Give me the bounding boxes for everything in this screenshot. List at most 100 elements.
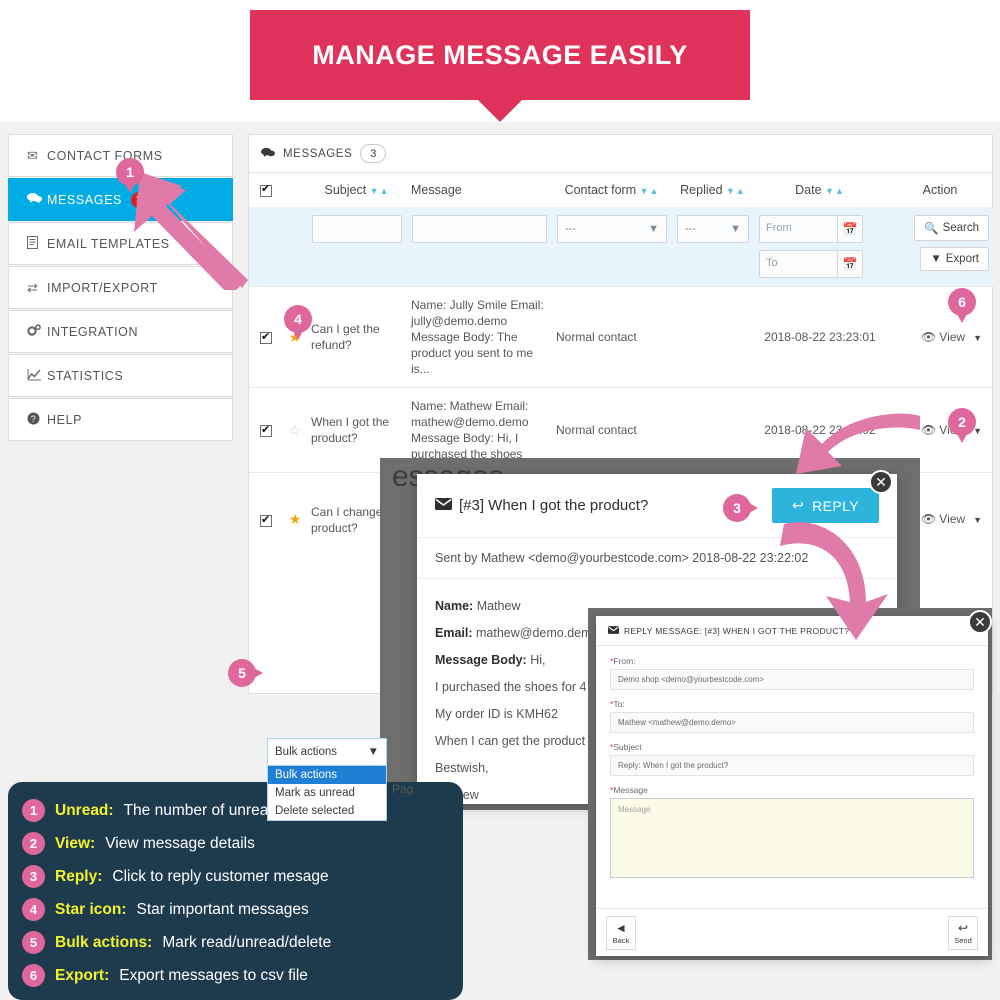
bulk-option-bulk-actions[interactable]: Bulk actions (268, 766, 386, 784)
file-text-icon (27, 235, 47, 252)
reply-arrow-icon: ↩ (957, 920, 969, 935)
reply-message-modal: REPLY MESSAGE: [#3] WHEN I GOT THE PRODU… (596, 616, 988, 956)
field-name-value: Mathew (476, 599, 521, 613)
star-icon[interactable]: ★ (289, 511, 302, 527)
filter-message-input[interactable] (412, 215, 547, 243)
sort-controls[interactable]: ▼▲ (726, 186, 746, 196)
legend-desc: Click to reply customer mesage (112, 867, 329, 885)
chevron-down-icon[interactable]: ▼ (973, 333, 982, 343)
gears-icon (27, 323, 47, 340)
message-textarea[interactable]: Message (610, 798, 974, 878)
calendar-icon[interactable]: 📅 (837, 250, 863, 278)
to-field[interactable]: Mathew <mathew@demo.demo> (610, 712, 974, 733)
legend-key: Bulk actions: (55, 933, 153, 951)
col-action-label: Action (922, 183, 958, 197)
callout-marker-5: 5 (228, 659, 263, 687)
sort-controls[interactable]: ▼▲ (640, 186, 660, 196)
legend-number: 1 (22, 799, 45, 822)
bulk-actions-select[interactable]: Bulk actions ▼ (267, 738, 387, 766)
filter-replied-select[interactable]: --- ▼ (677, 215, 749, 243)
row-action-cell[interactable]: 👁View ▼ (886, 286, 994, 388)
col-replied[interactable]: Replied ▼▲ (672, 173, 754, 207)
search-button[interactable]: 🔍 Search (914, 215, 989, 241)
legend-key: View: (55, 834, 96, 852)
row-checkbox[interactable] (260, 329, 272, 345)
svg-text:?: ? (31, 414, 37, 424)
row-select-cell[interactable] (249, 387, 283, 473)
col-contact-form[interactable]: Contact form ▼▲ (552, 173, 672, 207)
legend-number: 5 (22, 931, 45, 954)
calendar-icon[interactable]: 📅 (837, 215, 863, 243)
col-message-label: Message (411, 183, 462, 197)
view-label: View (939, 329, 966, 344)
page-banner: MANAGE MESSAGE EASILY (250, 10, 750, 100)
legend-panel: 1 Unread: The number of unread messages … (8, 782, 463, 1000)
col-date-label: Date (795, 183, 822, 197)
filter-contact-form-select[interactable]: --- ▼ (557, 215, 667, 243)
export-button[interactable]: ▼ Export (920, 247, 989, 271)
col-message: Message (407, 173, 552, 207)
sidebar-item-integration[interactable]: INTEGRATION (8, 310, 233, 353)
sidebar-label: HELP (47, 412, 83, 427)
field-name-label: Name: (435, 599, 474, 613)
legend-desc: View message details (105, 834, 255, 852)
send-button[interactable]: ↩ Send (948, 915, 978, 950)
bulk-option-mark-as-unread[interactable]: Mark as unread (268, 784, 386, 802)
from-label: From: (613, 656, 636, 666)
panel-title: MESSAGES (283, 147, 353, 160)
chevron-down-icon[interactable]: ▼ (973, 515, 982, 525)
row-select-cell[interactable] (249, 472, 283, 567)
from-field[interactable]: Demo shop <demo@yourbestcode.com> (610, 669, 974, 690)
col-subject[interactable]: Subject ▼▲ (307, 173, 407, 207)
col-action: Action (886, 173, 994, 207)
pointer-arrow-to-messages (134, 172, 248, 290)
sidebar-label: INTEGRATION (47, 324, 139, 339)
date-to-group: To 📅 (759, 250, 863, 278)
filter-subject-input[interactable] (312, 215, 402, 243)
callout-marker-3: 3 (723, 494, 758, 522)
row-checkbox[interactable] (260, 422, 272, 438)
reply-modal-close-icon[interactable]: ✕ (968, 610, 992, 634)
filter-message-cell (407, 207, 552, 287)
message-label: Message (613, 785, 648, 795)
bulk-option-delete-selected[interactable]: Delete selected (268, 802, 386, 820)
legend-desc: Mark read/unread/delete (162, 933, 332, 951)
legend-item: 5 Bulk actions: Mark read/unread/delete (22, 926, 463, 959)
export-button-label: Export (945, 253, 979, 265)
legend-number: 2 (22, 832, 45, 855)
filter-replied-cell: --- ▼ (672, 207, 754, 287)
legend-number: 6 (22, 964, 45, 987)
legend-item: 1 Unread: The number of unread messages (22, 794, 463, 827)
envelope-icon (435, 497, 452, 514)
row-checkbox[interactable] (260, 512, 272, 528)
date-to-input[interactable]: To (759, 250, 837, 278)
row-star-cell[interactable]: ☆ (283, 387, 307, 473)
legend-key: Reply: (55, 867, 103, 885)
sort-controls[interactable]: ▼▲ (825, 186, 845, 196)
date-from-group: From 📅 (759, 215, 863, 243)
sort-controls[interactable]: ▼▲ (370, 186, 390, 196)
row-contact-form: Normal contact (552, 286, 672, 388)
legend-number: 4 (22, 898, 45, 921)
sidebar-label: STATISTICS (47, 368, 124, 383)
back-button[interactable]: ◄ Back (606, 915, 636, 950)
table-row[interactable]: ★ Can I get the refund? Name: Jully Smil… (249, 286, 994, 388)
legend-item: 6 Export: Export messages to csv file (22, 959, 463, 992)
star-icon[interactable]: ☆ (289, 422, 302, 438)
row-star-cell[interactable]: ★ (283, 472, 307, 567)
message-label-group: *Message (610, 785, 974, 795)
callout-marker-2: 2 (948, 408, 976, 443)
row-select-cell[interactable] (249, 286, 283, 388)
message-count-pill: 3 (360, 144, 387, 163)
field-body-label: Message Body: (435, 653, 527, 667)
col-date[interactable]: Date ▼▲ (754, 173, 886, 207)
filter-date-cell: From 📅 To 📅 (754, 207, 886, 287)
sidebar-item-help[interactable]: ? HELP (8, 398, 233, 441)
sidebar-item-statistics[interactable]: STATISTICS (8, 354, 233, 397)
filter-contactform-cell: --- ▼ (552, 207, 672, 287)
date-from-input[interactable]: From (759, 215, 837, 243)
send-button-label: Send (954, 935, 972, 945)
col-replied-label: Replied (680, 183, 723, 197)
view-modal-title: [#3] When I got the product? (459, 497, 649, 514)
subject-field[interactable]: Reply: When I got the product? (610, 755, 974, 776)
